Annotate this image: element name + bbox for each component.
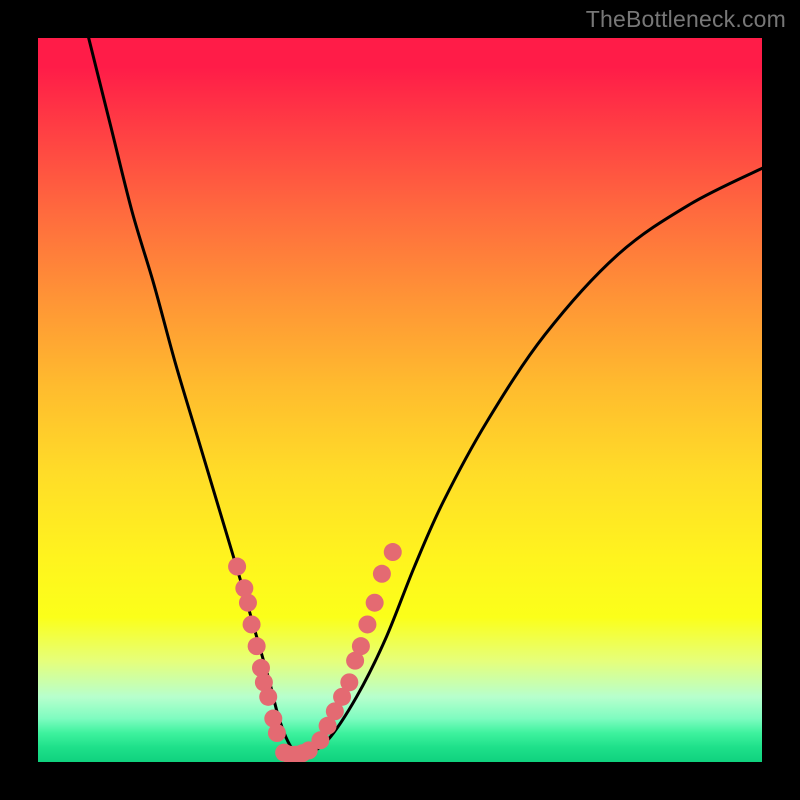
data-point bbox=[228, 558, 246, 576]
data-point bbox=[268, 724, 286, 742]
data-point bbox=[358, 615, 376, 633]
data-point bbox=[384, 543, 402, 561]
watermark-label: TheBottleneck.com bbox=[586, 6, 786, 33]
data-point bbox=[340, 673, 358, 691]
chart-stage: TheBottleneck.com bbox=[0, 0, 800, 800]
data-point bbox=[352, 637, 370, 655]
data-point bbox=[248, 637, 266, 655]
data-point bbox=[259, 688, 277, 706]
bottleneck-curve bbox=[89, 38, 762, 756]
plot-area bbox=[38, 38, 762, 762]
curve-layer bbox=[38, 38, 762, 762]
data-point bbox=[239, 594, 257, 612]
data-point bbox=[243, 615, 261, 633]
data-point bbox=[366, 594, 384, 612]
data-point bbox=[373, 565, 391, 583]
